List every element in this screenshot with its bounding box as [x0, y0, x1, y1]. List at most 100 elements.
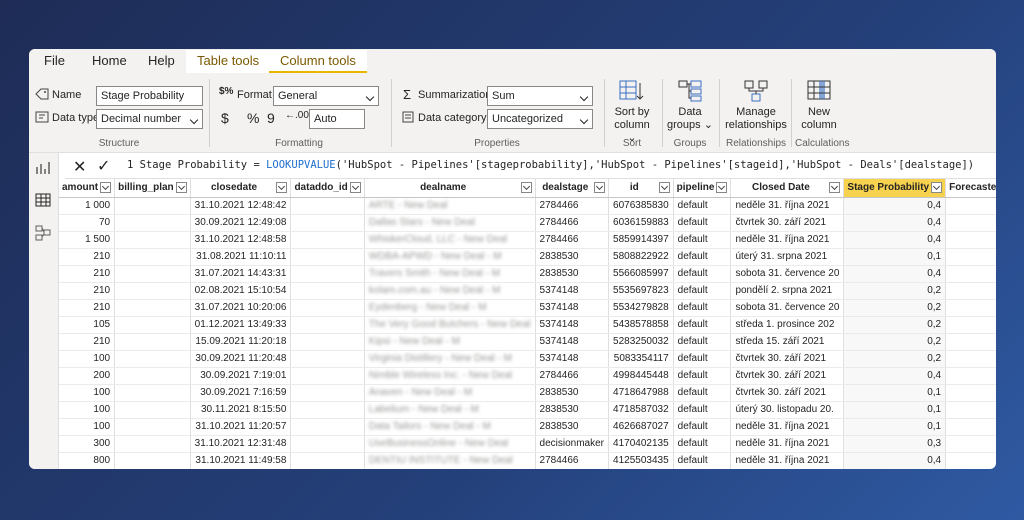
table-cell[interactable]: [290, 367, 365, 385]
table-cell[interactable]: 400: [945, 197, 996, 215]
table-cell[interactable]: sobota 31. července 20: [730, 265, 845, 283]
table-cell[interactable]: 30.11.2021 8:15:50: [190, 401, 292, 419]
table-cell[interactable]: úterý 31. srpna 2021: [730, 248, 845, 266]
table-cell[interactable]: [290, 384, 365, 402]
table-cell[interactable]: 4998445448: [608, 367, 674, 385]
table-cell[interactable]: default: [673, 299, 732, 317]
format-dropdown[interactable]: General: [273, 86, 379, 106]
table-cell[interactable]: 10: [945, 401, 996, 419]
table-cell[interactable]: [114, 265, 191, 283]
table-cell[interactable]: default: [673, 316, 732, 334]
table-cell[interactable]: [290, 418, 365, 436]
table-cell[interactable]: 100: [59, 350, 116, 368]
table-cell[interactable]: ARTE - New Deal: [364, 197, 536, 215]
table-cell[interactable]: neděle 31. října 2021: [730, 452, 845, 469]
table-cell[interactable]: [114, 435, 191, 453]
column-header-id[interactable]: id: [608, 179, 674, 198]
table-cell[interactable]: 2838530: [535, 384, 610, 402]
table-cell[interactable]: 30.09.2021 7:19:01: [190, 367, 292, 385]
table-cell[interactable]: [114, 197, 191, 215]
table-cell[interactable]: 210: [59, 333, 116, 351]
table-row[interactable]: 1 500 31.10.2021 12:48:58 WhiskerCloud, LL…: [59, 231, 996, 249]
filter-dropdown-icon[interactable]: [594, 182, 606, 193]
model-view-icon[interactable]: [35, 225, 51, 244]
table-cell[interactable]: [114, 401, 191, 419]
table-cell[interactable]: 0,4: [843, 452, 947, 469]
table-cell[interactable]: Dallas Stars - New Deal: [364, 214, 536, 232]
report-view-icon[interactable]: [35, 161, 51, 178]
table-row[interactable]: 210 31.07.2021 10:20:06 Eydenberg - New De…: [59, 299, 996, 317]
table-row[interactable]: 70 30.09.2021 12:49:08 Dallas Stars - New …: [59, 214, 996, 232]
table-cell[interactable]: 5374148: [535, 316, 610, 334]
manage-relationships-button[interactable]: Manage relationships: [723, 79, 789, 132]
table-cell[interactable]: 30.09.2021 7:16:59: [190, 384, 292, 402]
column-header-pipeline[interactable]: pipeline: [673, 179, 732, 198]
table-cell[interactable]: Virginia Distillery - New Deal - M: [364, 350, 536, 368]
table-cell[interactable]: 2838530: [535, 265, 610, 283]
datatype-dropdown[interactable]: Decimal number: [96, 109, 203, 129]
filter-dropdown-icon[interactable]: [100, 182, 112, 193]
table-cell[interactable]: [290, 248, 365, 266]
table-cell[interactable]: 42: [945, 299, 996, 317]
table-cell[interactable]: Kipsi - New Deal - M: [364, 333, 536, 351]
table-cell[interactable]: 0,2: [843, 299, 947, 317]
column-header-dealstage[interactable]: dealstage: [535, 179, 610, 198]
table-cell[interactable]: [114, 333, 191, 351]
table-cell[interactable]: DENTIU INSTITUTE - New Deal: [364, 452, 536, 469]
table-cell[interactable]: 200: [59, 367, 116, 385]
table-cell[interactable]: 31.10.2021 12:48:58: [190, 231, 292, 249]
table-cell[interactable]: neděle 31. října 2021: [730, 435, 845, 453]
table-cell[interactable]: [114, 214, 191, 232]
table-cell[interactable]: 4626687027: [608, 418, 674, 436]
table-cell[interactable]: [114, 299, 191, 317]
table-cell[interactable]: default: [673, 435, 732, 453]
decimal-places-icon[interactable]: ←.00: [285, 110, 309, 121]
currency-button[interactable]: $: [221, 110, 229, 126]
table-cell[interactable]: čtvrtek 30. září 2021: [730, 367, 845, 385]
data-groups-button[interactable]: Data groups ⌄: [667, 79, 713, 132]
table-cell[interactable]: 21: [945, 248, 996, 266]
table-cell[interactable]: [290, 452, 365, 469]
table-cell[interactable]: neděle 31. října 2021: [730, 231, 845, 249]
table-cell[interactable]: 5566085997: [608, 265, 674, 283]
table-cell[interactable]: 5374148: [535, 282, 610, 300]
table-cell[interactable]: čtvrtek 30. září 2021: [730, 214, 845, 232]
table-row[interactable]: 1 000 31.10.2021 12:48:42 ARTE - New Deal 2…: [59, 197, 996, 215]
table-cell[interactable]: 10: [945, 384, 996, 402]
table-cell[interactable]: 2784466: [535, 367, 610, 385]
table-cell[interactable]: default: [673, 248, 732, 266]
menu-file[interactable]: File: [44, 53, 65, 68]
table-cell[interactable]: default: [673, 282, 732, 300]
table-cell[interactable]: 210: [59, 248, 116, 266]
table-cell[interactable]: 4170402135: [608, 435, 674, 453]
table-cell[interactable]: 800: [59, 452, 116, 469]
table-cell[interactable]: 1 500: [59, 231, 116, 249]
filter-dropdown-icon[interactable]: [276, 182, 288, 193]
table-cell[interactable]: 210: [59, 299, 116, 317]
table-cell[interactable]: [290, 316, 365, 334]
table-cell[interactable]: Data Tailors - New Deal - M: [364, 418, 536, 436]
table-cell[interactable]: decisionmaker: [535, 435, 610, 453]
table-cell[interactable]: kolam.com.au - New Deal - M: [364, 282, 536, 300]
column-header-dealname[interactable]: dealname: [364, 179, 536, 198]
filter-dropdown-icon[interactable]: [520, 182, 532, 193]
column-header-amount[interactable]: amount: [59, 179, 116, 198]
table-cell[interactable]: 0,2: [843, 350, 947, 368]
table-cell[interactable]: 5859914397: [608, 231, 674, 249]
table-cell[interactable]: 2838530: [535, 248, 610, 266]
cancel-icon[interactable]: ✕: [73, 157, 86, 177]
table-cell[interactable]: 4718647988: [608, 384, 674, 402]
table-cell[interactable]: čtvrtek 30. září 2021: [730, 350, 845, 368]
table-cell[interactable]: 30.09.2021 12:49:08: [190, 214, 292, 232]
column-header-billing_plan[interactable]: billing_plan: [114, 179, 191, 198]
name-input[interactable]: Stage Probability: [96, 86, 203, 106]
table-cell[interactable]: úterý 30. listopadu 20.: [730, 401, 845, 419]
table-row[interactable]: 210 31.08.2021 11:10:11 WDBA-APWD - New De…: [59, 248, 996, 266]
table-cell[interactable]: [290, 231, 365, 249]
table-row[interactable]: 800 31.10.2021 11:49:58 DENTIU INSTITUTE -…: [59, 452, 996, 469]
table-cell[interactable]: 4718587032: [608, 401, 674, 419]
filter-dropdown-icon[interactable]: [829, 182, 841, 193]
table-cell[interactable]: default: [673, 231, 732, 249]
table-cell[interactable]: Eydenberg - New Deal - M: [364, 299, 536, 317]
percent-button[interactable]: %: [247, 110, 259, 126]
